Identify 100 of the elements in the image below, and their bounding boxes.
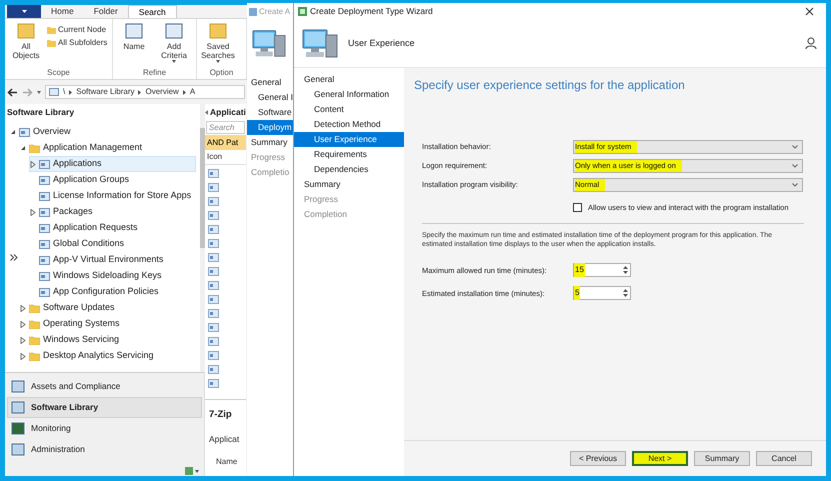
- tree-item[interactable]: License Information for Store Apps: [29, 188, 196, 204]
- application-icon: [208, 337, 219, 346]
- ribbon-tab[interactable]: Home: [41, 5, 84, 18]
- details-tab[interactable]: Applicat: [209, 433, 242, 446]
- tree-item[interactable]: Windows Sideloading Keys: [29, 268, 196, 284]
- collapsed-arrow-icon[interactable]: [20, 352, 26, 360]
- folder-icon: [29, 320, 40, 328]
- application-icon: [208, 211, 219, 220]
- wizard-step[interactable]: Software: [247, 105, 297, 120]
- tree-item-label: Application Requests: [53, 221, 138, 234]
- tree-item[interactable]: Desktop Analytics Servicing: [19, 348, 196, 364]
- search-field[interactable]: Search: [206, 121, 245, 134]
- caret-icon[interactable]: [37, 90, 41, 94]
- workspace-label: Monitoring: [31, 422, 71, 435]
- tree-item-label: License Information for Store Apps: [53, 189, 192, 202]
- number-field[interactable]: 5: [573, 286, 631, 300]
- window-icon: [39, 256, 50, 264]
- ribbon-button[interactable]: Saved Searches: [199, 22, 237, 67]
- pane-title: Software Library: [6, 106, 76, 120]
- collapsed-arrow-icon[interactable]: [20, 336, 26, 344]
- application-icon: [208, 379, 219, 388]
- wizard-step[interactable]: User Experience: [294, 132, 404, 147]
- tree-item[interactable]: Packages: [29, 204, 196, 220]
- window-icon: [39, 240, 50, 248]
- tree-item-label: Windows Servicing: [43, 333, 120, 346]
- workspace-label: Software Library: [31, 401, 98, 414]
- expanded-arrow-icon[interactable]: [20, 145, 26, 151]
- scrollbar[interactable]: [200, 104, 206, 372]
- spinner-arrows-icon[interactable]: [622, 265, 629, 276]
- tree-item[interactable]: Overview: [9, 124, 196, 140]
- close-icon[interactable]: [805, 7, 814, 16]
- tree-item[interactable]: Operating Systems: [19, 316, 196, 332]
- workspace-item[interactable]: Software Library: [7, 397, 202, 418]
- collapsed-arrow-icon[interactable]: [20, 320, 26, 328]
- wizard-button[interactable]: Next >: [632, 451, 688, 466]
- spinner-arrows-icon[interactable]: [622, 288, 629, 298]
- folder-icon: [29, 352, 40, 360]
- ribbon-small-button[interactable]: All Subfolders: [47, 37, 108, 49]
- wizard-button[interactable]: Cancel: [756, 451, 812, 466]
- ribbon-button[interactable]: Name: [115, 22, 153, 67]
- wizard-step[interactable]: General I: [247, 90, 297, 105]
- collapsed-arrow-icon[interactable]: [30, 208, 36, 216]
- pane-title: Applicati: [210, 106, 246, 119]
- collapsed-arrow-icon[interactable]: [20, 304, 26, 312]
- wizard-step[interactable]: Summary: [294, 177, 404, 192]
- ribbon-small-button[interactable]: Current Node: [47, 24, 108, 36]
- person-icon[interactable]: [805, 37, 818, 50]
- wizard-step[interactable]: Content: [294, 102, 404, 117]
- tree-item[interactable]: App Configuration Policies: [29, 284, 196, 300]
- tree-item-label: Application Management: [43, 141, 142, 154]
- tree-item[interactable]: Applications: [29, 156, 196, 172]
- number-field[interactable]: 15: [573, 263, 631, 278]
- ribbon-button[interactable]: Add Criteria: [155, 22, 193, 67]
- column-header[interactable]: Icon: [205, 150, 246, 165]
- wizard-step[interactable]: General: [247, 75, 297, 90]
- ribbon-button[interactable]: All Objects: [7, 22, 45, 67]
- tree-item[interactable]: Application Management: [19, 140, 196, 156]
- wizard-button[interactable]: < Previous: [570, 451, 626, 466]
- checkbox[interactable]: [573, 203, 582, 212]
- page-title: User Experience: [348, 36, 415, 50]
- collapsed-arrow-icon[interactable]: [30, 160, 36, 168]
- configure-buttons-icon[interactable]: [185, 467, 199, 475]
- tree-item-label: Application Groups: [53, 173, 130, 186]
- ribbon-tab[interactable]: Search: [128, 5, 177, 18]
- workspace-item[interactable]: Assets and Compliance: [7, 376, 202, 397]
- tree-item[interactable]: Software Updates: [19, 300, 196, 316]
- path-field[interactable]: \ Software Library Overview A: [45, 85, 245, 99]
- wizard-step[interactable]: Detection Method: [294, 117, 404, 132]
- chevron-icon: [69, 90, 72, 94]
- application-icon: [208, 295, 219, 304]
- tree-item[interactable]: Global Conditions: [29, 236, 196, 252]
- filter-bar: AND Pat: [205, 135, 246, 150]
- breadcrumb-item[interactable]: A: [190, 86, 196, 98]
- workspace-item[interactable]: Monitoring: [7, 418, 202, 439]
- tree-item[interactable]: Application Requests: [29, 220, 196, 236]
- chevron-down-icon: [792, 145, 798, 149]
- window-icon: [39, 272, 50, 280]
- wizard-step[interactable]: Summary: [247, 135, 297, 150]
- tree-item[interactable]: Application Groups: [29, 172, 196, 188]
- workspace-item[interactable]: Administration: [7, 439, 202, 460]
- wizard-step[interactable]: General: [294, 72, 404, 87]
- expanded-arrow-icon[interactable]: [10, 129, 16, 135]
- application-icon: [208, 169, 219, 178]
- tree-item[interactable]: Windows Servicing: [19, 332, 196, 348]
- collapse-chevron-icon[interactable]: [10, 254, 18, 261]
- wizard-step[interactable]: Requirements: [294, 147, 404, 162]
- ribbon-tab[interactable]: Folder: [84, 5, 128, 18]
- tree-item[interactable]: App-V Virtual Environments: [29, 252, 196, 268]
- window-title: Create A: [259, 6, 290, 18]
- ribbon-icon: [208, 22, 228, 40]
- collapse-arrow-icon[interactable]: [205, 110, 208, 115]
- breadcrumb-item[interactable]: Overview: [145, 86, 179, 98]
- window-icon: [249, 8, 257, 16]
- wizard-button[interactable]: Summary: [694, 451, 750, 466]
- wizard-step[interactable]: General Information: [294, 87, 404, 102]
- breadcrumb-item[interactable]: Software Library: [76, 86, 134, 98]
- window-icon: [39, 224, 50, 232]
- breadcrumb-item[interactable]: \: [63, 86, 66, 98]
- wizard-step[interactable]: Dependencies: [294, 162, 404, 177]
- back-arrow-icon[interactable]: [7, 88, 18, 96]
